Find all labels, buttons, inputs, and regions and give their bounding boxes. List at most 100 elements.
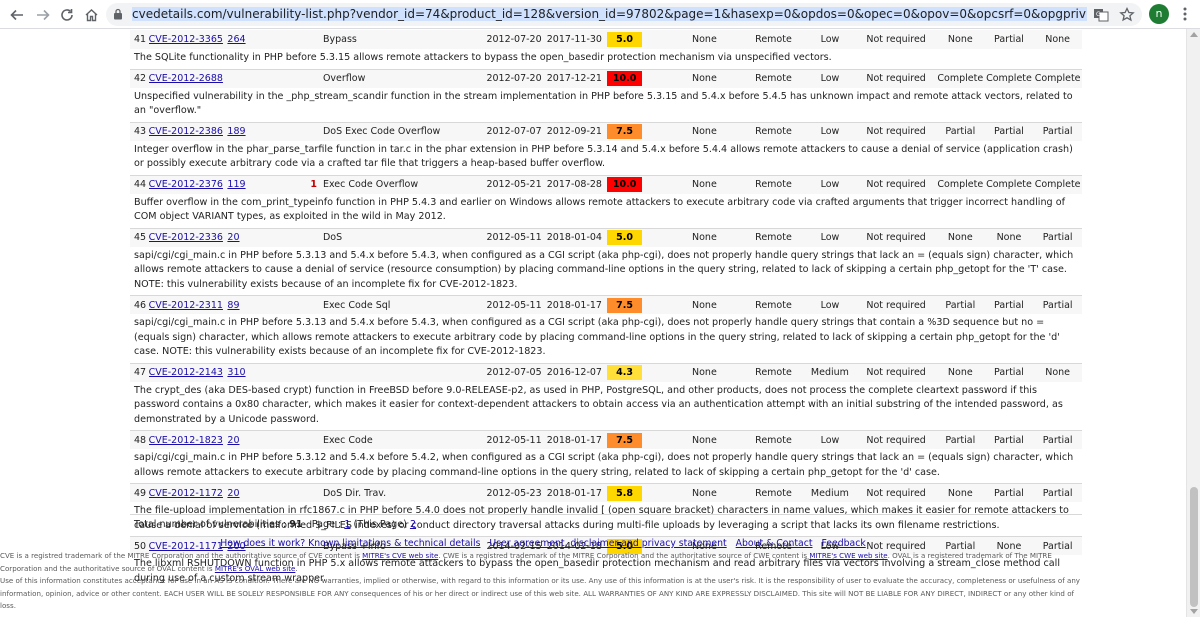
row-number: 45 (134, 232, 147, 243)
cve-id-link[interactable]: CVE-2012-1172 (149, 488, 223, 499)
gained-access-level: None (692, 299, 717, 311)
authentication: Not required (866, 299, 926, 311)
publish-date: 2012-07-05 (486, 367, 542, 378)
address-bar[interactable]: cvedetails.com/vulnerability-list.php?ve… (106, 3, 1142, 26)
gained-access-level: None (692, 367, 717, 378)
scrollbar-thumb[interactable] (1190, 487, 1198, 607)
cve-id-link[interactable]: CVE-2012-2386 (149, 126, 223, 137)
vulnerability-type: Bypass (322, 34, 357, 45)
cwe-id-link[interactable]: 310 (227, 367, 245, 378)
publish-date: 2012-07-07 (486, 126, 542, 137)
update-date: 2017-08-28 (546, 179, 602, 190)
cwe-id-link[interactable]: 119 (227, 179, 245, 190)
availability-impact: None (1045, 34, 1071, 45)
access-vector: Remote (755, 179, 792, 190)
gained-access-level: None (692, 232, 717, 243)
cve-id-link[interactable]: CVE-2012-2311 (149, 300, 223, 311)
cwe-id-link[interactable]: 189 (227, 126, 245, 137)
home-icon[interactable] (80, 4, 102, 26)
access-complexity: Medium (810, 367, 849, 378)
cvss-score-badge: 10.0 (607, 71, 643, 86)
confidentiality-impact: Complete (937, 73, 984, 84)
bookmark-star-icon[interactable] (1118, 6, 1136, 24)
availability-impact: Partial (1042, 126, 1073, 137)
page-1-link[interactable]: 1 (344, 519, 350, 530)
back-icon[interactable] (6, 4, 28, 26)
footer-link-user-agreement[interactable]: User agreement, disclaimer and privacy s… (489, 538, 726, 549)
confidentiality-impact: None (947, 34, 973, 45)
cwe-id-link[interactable]: 20 (227, 232, 239, 243)
cvss-score-badge: 7.5 (607, 297, 643, 313)
cwe-id-link[interactable]: 20 (227, 488, 239, 499)
cve-id-link[interactable]: CVE-2012-2376 (149, 179, 223, 190)
vulnerability-summary: Integer overflow in the phar_parse_tarfi… (130, 140, 1082, 175)
footer-links: How does it work? Known limitations & te… (0, 538, 1086, 549)
row-number: 43 (134, 126, 147, 137)
cve-id-link[interactable]: CVE-2012-2143 (149, 367, 223, 378)
cve-id-link[interactable]: CVE-2012-2336 (149, 232, 223, 243)
lock-icon[interactable] (113, 8, 123, 20)
authentication: Not required (866, 73, 926, 84)
vulnerability-table: 41 CVE-2012-3365 264 Bypass 2012-07-20 2… (130, 30, 1082, 589)
gained-access-level: None (692, 487, 717, 499)
table-row: 43 CVE-2012-2386 189 DoS Exec Code Overf… (130, 121, 1082, 141)
confidentiality-impact: Partial (945, 434, 976, 446)
profile-avatar[interactable]: n (1149, 4, 1169, 24)
vulnerability-summary: sapi/cgi/cgi_main.c in PHP before 5.3.13… (130, 246, 1082, 295)
vulnerability-summary: The crypt_des (aka DES-based crypt) func… (130, 381, 1082, 430)
vulnerability-type: Exec Code Sql (322, 299, 391, 311)
publish-date: 2012-07-20 (486, 34, 542, 45)
update-date: 2017-12-21 (546, 73, 602, 84)
cvss-score-badge: 5.0 (607, 32, 643, 47)
integrity-impact: Complete (986, 73, 1032, 84)
access-vector: Remote (755, 367, 792, 378)
menu-kebab-icon[interactable] (1178, 5, 1192, 23)
legal-notice: CVE is a registred trademark of the MITR… (0, 550, 1090, 613)
page-2-link[interactable]: 2 (410, 519, 416, 530)
authentication: Not required (866, 232, 926, 243)
cwe-id-link[interactable]: 264 (227, 34, 245, 45)
scroll-down-arrow-icon[interactable] (1190, 609, 1198, 615)
vulnerability-summary: Unspecified vulnerability in the _php_st… (130, 87, 1082, 122)
footer-link-feedback[interactable]: Feedback (821, 538, 865, 549)
availability-impact: Partial (1042, 434, 1073, 446)
forward-icon[interactable] (32, 4, 54, 26)
cve-id-link[interactable]: CVE-2012-1823 (149, 435, 223, 446)
total-count: 91 (289, 519, 303, 530)
integrity-impact: Partial (994, 34, 1024, 45)
row-number: 44 (134, 179, 147, 190)
table-row: 48 CVE-2012-1823 20 Exec Code 2012-05-11… (130, 430, 1082, 449)
publish-date: 2012-05-23 (486, 487, 542, 499)
footer-link-how-it-works[interactable]: How does it work? Known limitations & te… (220, 538, 480, 549)
authentication: Not required (866, 126, 926, 137)
footer-link-about-contact[interactable]: About & Contact (736, 538, 813, 549)
scroll-up-arrow-icon[interactable] (1190, 31, 1198, 37)
integrity-impact: Partial (994, 434, 1024, 446)
svg-text:G: G (1096, 11, 1101, 18)
page-scrollbar[interactable] (1186, 29, 1200, 617)
mitre-cve-link[interactable]: MITRE's CVE web site (362, 551, 438, 560)
integrity-impact: Partial (994, 299, 1024, 311)
cwe-id-link[interactable]: 89 (227, 300, 239, 311)
availability-impact: Partial (1042, 299, 1073, 311)
availability-impact: None (1045, 367, 1071, 378)
integrity-impact: Partial (994, 487, 1024, 499)
integrity-impact: Partial (994, 126, 1024, 137)
vulnerability-type: Overflow (322, 73, 366, 84)
url-text[interactable]: cvedetails.com/vulnerability-list.php?ve… (132, 6, 1087, 23)
mitre-oval-link[interactable]: MITRE's OVAL web site (215, 564, 296, 573)
confidentiality-impact: None (947, 232, 973, 243)
cve-id-link[interactable]: CVE-2012-3365 (149, 34, 223, 45)
row-number: 49 (134, 487, 147, 499)
access-complexity: Medium (810, 487, 849, 499)
translate-icon[interactable]: G (1092, 6, 1110, 24)
cve-id-link[interactable]: CVE-2012-2688 (149, 73, 223, 84)
mitre-cwe-link[interactable]: MITRE's CWE web site (809, 551, 887, 560)
availability-impact: Complete (1034, 73, 1081, 84)
reload-icon[interactable] (56, 4, 78, 26)
access-complexity: Low (820, 434, 840, 446)
confidentiality-impact: Complete (937, 179, 984, 190)
publish-date: 2012-05-11 (486, 299, 542, 311)
cwe-id-link[interactable]: 20 (227, 435, 239, 446)
access-vector: Remote (755, 487, 792, 499)
